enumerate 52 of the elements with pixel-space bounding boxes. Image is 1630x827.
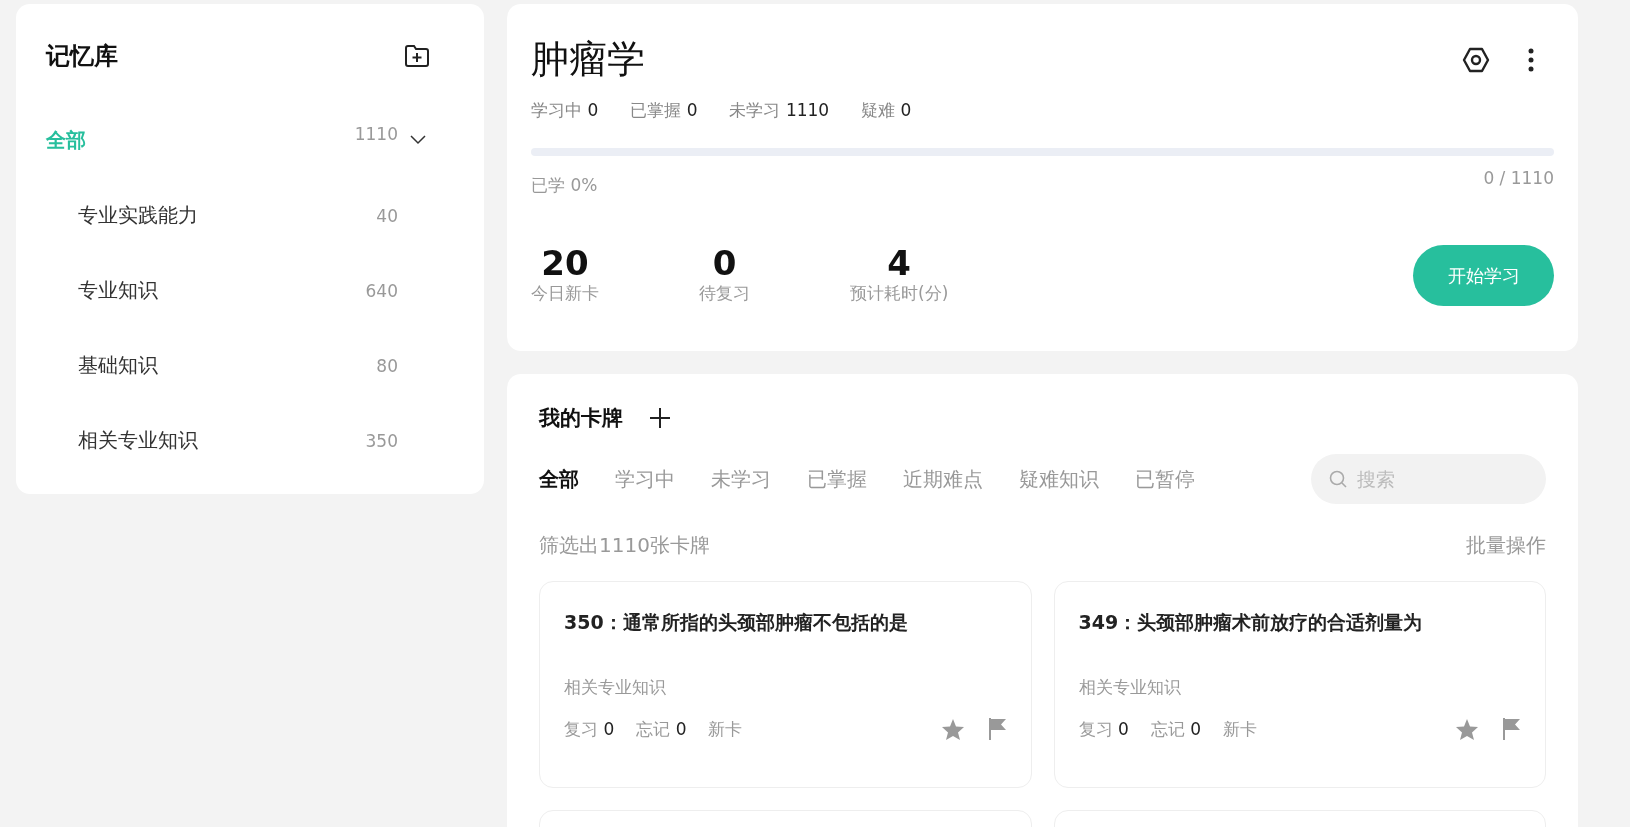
star-icon[interactable] (1455, 717, 1479, 741)
sidebar-subitem[interactable]: 基础知识 80 (46, 328, 454, 403)
filter-tab[interactable]: 学习中 (615, 465, 675, 493)
add-icon[interactable] (649, 407, 671, 429)
filter-tab[interactable]: 近期难点 (903, 465, 983, 493)
start-study-button[interactable]: 开始学习 (1413, 245, 1554, 306)
flashcard[interactable]: 349：头颈部肿瘤术前放疗的合适剂量为 相关专业知识 复习 0 忘记 0 新卡 (1053, 581, 1546, 788)
stat-text: 疑难 0 (861, 99, 912, 122)
flashcard[interactable]: 350：通常所指的头颈部肿瘤不包括的是 相关专业知识 复习 0 忘记 0 新卡 (539, 581, 1032, 788)
review-count: 复习 0 (564, 717, 615, 741)
deck-title: 肿瘤学 (531, 36, 645, 83)
stat-text: 学习中 0 (531, 99, 599, 122)
metric-label: 今日新卡 (531, 281, 599, 305)
metric-value: 4 (887, 246, 911, 282)
batch-action-link[interactable]: 批量操作 (1466, 532, 1546, 559)
more-icon[interactable] (1528, 47, 1534, 72)
panel-title: 我的卡牌 (539, 405, 623, 432)
chevron-icon[interactable] (410, 135, 426, 145)
flag-icon[interactable] (1501, 717, 1521, 741)
star-icon[interactable] (940, 717, 965, 741)
sidebar-subitem[interactable]: 相关专业知识 350 (46, 403, 454, 478)
sidebar-subitem[interactable]: 专业实践能力 40 (46, 178, 454, 253)
filter-tab[interactable]: 已暂停 (1135, 465, 1195, 493)
filter-count-text: 筛选出1110张卡牌 (539, 532, 710, 559)
progress-count: 0 / 1110 (1483, 168, 1554, 190)
card-status: 新卡 (1222, 717, 1257, 741)
card-title: 349：头颈部肿瘤术前放疗的合适剂量为 (1078, 610, 1424, 635)
sidebar-item[interactable]: 全部 1110 (46, 120, 454, 160)
metric-label: 预计耗时(分) (850, 281, 949, 305)
metric-value: 20 (541, 246, 589, 282)
card-category: 相关专业知识 (1078, 676, 1182, 699)
stat-text: 未学习 1110 (729, 99, 830, 122)
filter-tab[interactable]: 已掌握 (807, 465, 867, 493)
filter-tab[interactable]: 疑难知识 (1019, 465, 1099, 493)
card-title: 350：通常所指的头颈部肿瘤不包括的是 (564, 610, 909, 635)
filter-tab[interactable]: 全部 (539, 465, 579, 493)
add-folder-icon[interactable] (404, 44, 430, 68)
metric-value: 0 (712, 246, 737, 282)
metric-label: 待复习 (699, 281, 750, 305)
stat-text: 已掌握 0 (630, 99, 698, 122)
sidebar-title: 记忆库 (46, 41, 118, 72)
flag-icon[interactable] (986, 717, 1007, 741)
filter-tab[interactable]: 未学习 (711, 465, 771, 493)
progress-label: 已学 0% (531, 174, 598, 197)
card-status: 新卡 (708, 717, 743, 741)
sidebar-subitem[interactable]: 专业知识 640 (46, 253, 454, 328)
forget-count: 忘记 0 (1150, 717, 1201, 741)
settings-icon[interactable] (1462, 46, 1490, 73)
forget-count: 忘记 0 (636, 717, 687, 741)
review-count: 复习 0 (1078, 717, 1129, 741)
card-category: 相关专业知识 (564, 676, 667, 699)
search-icon (1329, 470, 1347, 488)
